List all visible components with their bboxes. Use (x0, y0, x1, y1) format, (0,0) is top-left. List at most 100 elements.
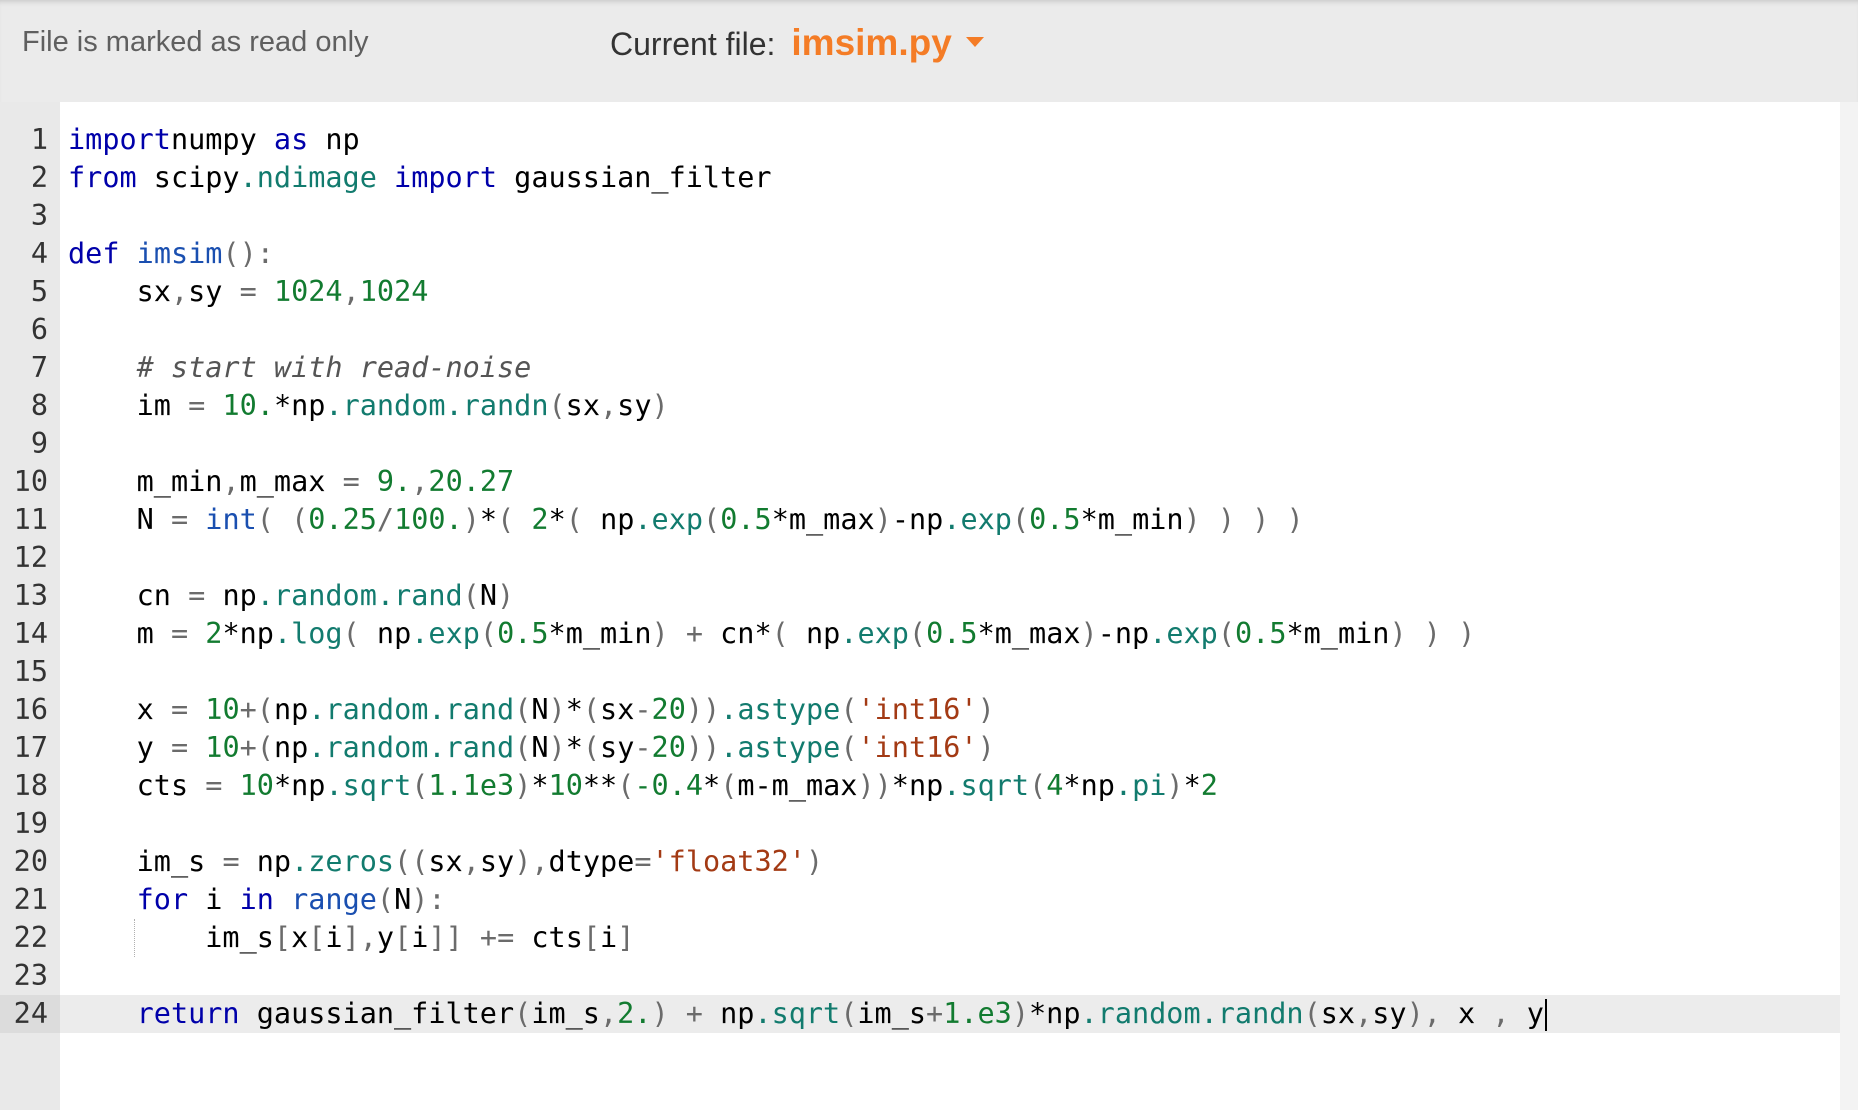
code-token: sx (600, 693, 635, 726)
code-token: * (479, 503, 498, 536)
code-text[interactable]: from scipy.ndimage import gaussian_filte… (68, 159, 772, 197)
code-token: , (411, 465, 429, 498)
code-text[interactable]: m_min,m_max = 9.,20.27 (68, 463, 515, 501)
code-line[interactable]: 6 (0, 311, 1840, 349)
code-token: i (325, 921, 343, 954)
current-file-name[interactable]: imsim.py (791, 22, 951, 64)
code-line[interactable]: 4 def imsim(): (0, 235, 1840, 273)
code-text[interactable]: x = 10+(np.random.rand(N)*(sx-20)).astyp… (68, 691, 995, 729)
caret-down-icon[interactable] (965, 37, 984, 47)
code-line[interactable]: 10 m_min,m_max = 9.,20.27 (0, 463, 1840, 501)
code-token: np (205, 579, 257, 612)
line-number: 4 (30, 237, 48, 270)
code-token: +( (239, 693, 274, 726)
code-text[interactable]: sx,sy = 1024,1024 (68, 273, 429, 311)
code-token: return (136, 997, 240, 1030)
code-text[interactable]: cn = np.random.rand(N) (68, 577, 515, 615)
code-token: cts (68, 769, 206, 802)
code-line[interactable]: 22 im_s[x[i],y[i]] += cts[i] (0, 919, 1840, 957)
code-token: x (68, 693, 171, 726)
text-cursor (1544, 999, 1547, 1031)
code-line[interactable]: 17 y = 10+(np.random.rand(N)*(sy-20)).as… (0, 729, 1840, 767)
code-token: x (291, 921, 309, 954)
code-text[interactable]: cts = 10*np.sqrt(1.1e3)*10**(-0.4*(m-m_m… (68, 767, 1218, 805)
code-token: 1.e3 (943, 997, 1012, 1030)
code-token: ( (479, 617, 498, 650)
code-token: ( (1217, 617, 1235, 650)
code-text[interactable]: im_s = np.zeros((sx,sy),dtype='float32') (68, 843, 823, 881)
code-token: 0.25 (308, 503, 377, 536)
code-text[interactable]: for i in range(N): (68, 881, 446, 919)
line-number: 5 (30, 275, 48, 308)
code-token: np (308, 123, 360, 156)
code-token: np (720, 997, 755, 1030)
code-token: sx (68, 275, 171, 308)
code-token: , (170, 275, 189, 308)
code-line[interactable]: 5 sx,sy = 1024,1024 (0, 273, 1840, 311)
code-token: , (462, 845, 480, 878)
code-line[interactable]: 7 # start with read-noise (0, 349, 1840, 387)
code-token: np (273, 731, 309, 764)
code-token: ) (462, 503, 480, 536)
code-token: ( (548, 389, 566, 422)
code-token: np (273, 693, 309, 726)
code-token: *m_min (1286, 617, 1390, 650)
code-line[interactable]: 19 (0, 805, 1840, 843)
code-token: 1024 (273, 275, 343, 308)
code-line[interactable]: 15 (0, 653, 1840, 691)
scrollbar[interactable] (1840, 102, 1858, 1110)
code-text[interactable]: m = 2*np.log( np.exp(0.5*m_min) + cn*( n… (68, 615, 1476, 653)
line-number: 19 (13, 807, 48, 840)
code-line[interactable]: 1 importnumpy as np (0, 121, 1840, 159)
code-text[interactable]: importnumpy as np (68, 121, 360, 159)
code-token: im_s (68, 845, 223, 878)
code-line[interactable]: 24 return gaussian_filter(im_s,2.) + np.… (0, 995, 1840, 1033)
code-text[interactable]: def imsim(): (68, 235, 274, 273)
code-text[interactable]: # start with read-noise (68, 349, 532, 387)
code-token: m (68, 617, 171, 650)
code-text[interactable]: return gaussian_filter(im_s,2.) + np.sqr… (68, 995, 1547, 1033)
line-number: 9 (30, 427, 48, 460)
line-number: 12 (13, 541, 48, 574)
code-line[interactable]: 13 cn = np.random.rand(N) (0, 577, 1840, 615)
current-file-selector[interactable]: Current file: imsim.py (610, 22, 984, 64)
code-token: ) + (651, 997, 721, 1030)
code-token: 10 (239, 769, 274, 802)
code-token: .log (273, 617, 343, 650)
code-token: ( (376, 883, 395, 916)
code-editor[interactable]: 1 importnumpy as np 2 from scipy.ndimage im… (0, 102, 1840, 1110)
code-line[interactable]: 14 m = 2*np.log( np.exp(0.5*m_min) + cn*… (0, 615, 1840, 653)
code-line[interactable]: 9 (0, 425, 1840, 463)
code-line[interactable]: 18 cts = 10*np.sqrt(1.1e3)*10**(-0.4*(m-… (0, 767, 1840, 805)
code-line[interactable]: 12 (0, 539, 1840, 577)
code-line[interactable]: 11 N = int( (0.25/100.)*( 2*( np.exp(0.5… (0, 501, 1840, 539)
code-text[interactable]: im = 10.*np.random.randn(sx,sy) (68, 387, 669, 425)
code-token: ( (514, 693, 532, 726)
code-lines[interactable]: 1 importnumpy as np 2 from scipy.ndimage im… (0, 121, 1840, 1033)
code-line[interactable]: 2 from scipy.ndimage import gaussian_filt… (0, 159, 1840, 197)
code-token: * (703, 769, 721, 802)
code-token: ), (1406, 997, 1459, 1030)
code-line[interactable]: 16 x = 10+(np.random.rand(N)*(sx-20)).as… (0, 691, 1840, 729)
code-line[interactable]: 3 (0, 197, 1840, 235)
code-token: )) (857, 769, 892, 802)
code-line[interactable]: 23 (0, 957, 1840, 995)
code-token: = (634, 845, 652, 878)
code-line[interactable]: 8 im = 10.*np.random.randn(sx,sy) (0, 387, 1840, 425)
code-text[interactable]: N = int( (0.25/100.)*( 2*( np.exp(0.5*m_… (68, 501, 1304, 539)
code-line[interactable]: 20 im_s = np.zeros((sx,sy),dtype='float3… (0, 843, 1840, 881)
code-line[interactable]: 21 for i in range(N): (0, 881, 1840, 919)
code-text[interactable]: y = 10+(np.random.rand(N)*(sy-20)).astyp… (68, 729, 995, 767)
code-token: , (1355, 997, 1373, 1030)
code-token: = (222, 845, 240, 878)
line-number: 17 (13, 731, 48, 764)
code-text[interactable]: im_s[x[i],y[i]] += cts[i] (68, 919, 634, 957)
code-token: .random.rand (308, 693, 515, 726)
line-number: 1 (30, 123, 48, 156)
code-token: *m_min (1080, 503, 1184, 536)
line-number: 6 (30, 313, 48, 346)
code-token: = (170, 617, 189, 650)
